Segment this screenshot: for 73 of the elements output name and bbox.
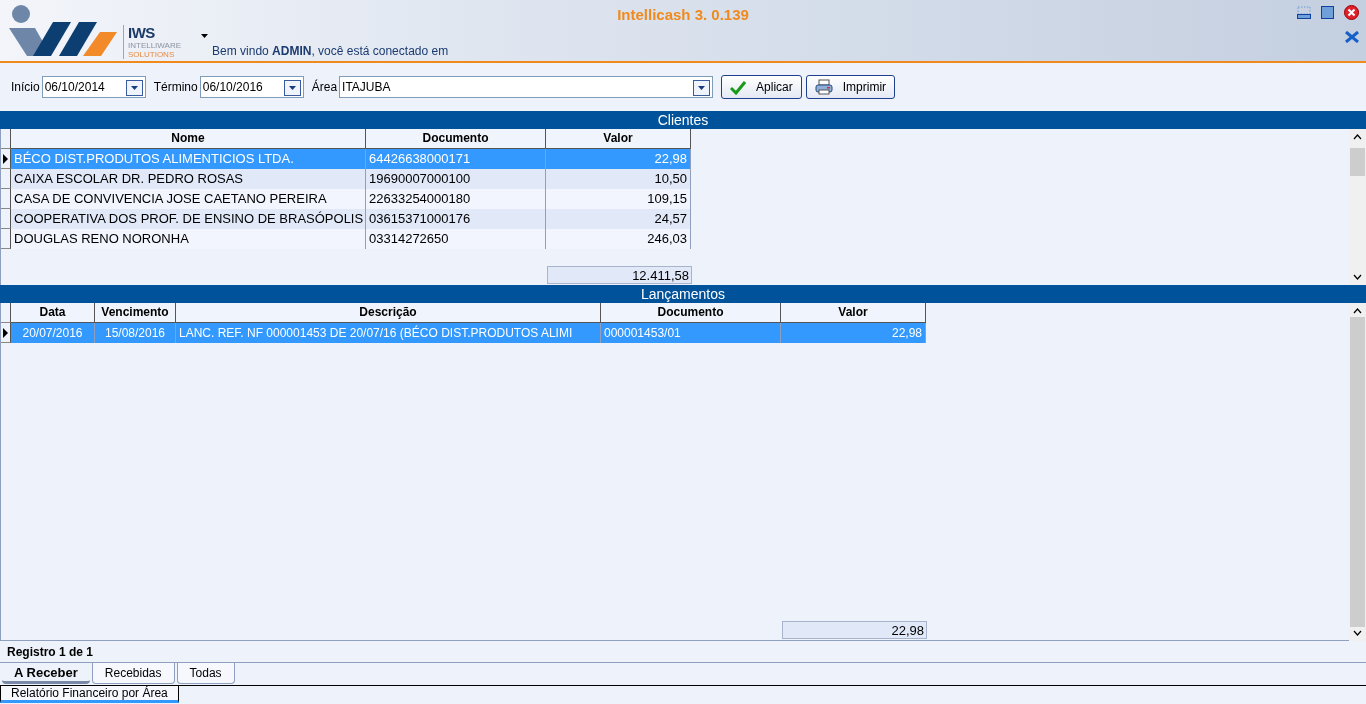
table-cell: CAIXA ESCOLAR DR. PEDRO ROSAS [11,169,366,189]
row-header [1,189,11,209]
field-label: Início [11,80,40,94]
logo-subtitle: SOLUTIONS [128,50,176,59]
table-cell: 22,98 [781,323,926,343]
minimize-icon[interactable] [1297,6,1311,19]
column-header[interactable]: Valor [781,303,926,323]
table-row[interactable]: CASA DE CONVIVENCIA JOSE CAETANO PEREIRA 22633254000180 109,15 [1,189,1349,209]
total-value: 22,98 [782,621,927,639]
column-header[interactable]: Vencimento [95,303,176,323]
apply-button[interactable]: Aplicar [721,75,802,99]
table-cell: 64426638000171 [366,149,546,169]
table-row[interactable]: COOPERATIVA DOS PROF. DE ENSINO DE BRASÓPOLIS 03615371000176 24,57 [1,209,1349,229]
table-cell: 109,15 [546,189,691,209]
column-header[interactable]: Valor [546,129,691,149]
table-cell: COOPERATIVA DOS PROF. DE ENSINO DE BRASÓPOLIS [11,209,366,229]
column-header[interactable]: Data [11,303,95,323]
row-header [1,209,11,229]
total-value: 12.411,58 [547,266,692,284]
scroll-down-icon[interactable] [1353,630,1362,636]
column-header[interactable]: Documento [601,303,781,323]
table-cell: 000001453/01 [601,323,781,343]
field-label: Área [311,80,338,94]
column-header[interactable]: Nome [11,129,366,149]
table-cell: 22633254000180 [366,189,546,209]
window-title: Intellicash 3. 0.139 [617,6,749,23]
table-cell: 24,57 [546,209,691,229]
column-header[interactable]: Descrição [176,303,601,323]
column-header[interactable]: Documento [366,129,546,149]
print-button[interactable]: Imprimir [805,75,896,99]
table-cell: 19690007000100 [366,169,546,189]
row-header [1,229,11,249]
section-header: Lançamentos [0,285,1366,303]
table-cell: 03615371000176 [366,209,546,229]
scrollbar[interactable] [1349,303,1366,641]
maximize-icon[interactable] [1321,6,1334,19]
table-cell: DOUGLAS RENO NORONHA [11,229,366,249]
scroll-up-icon[interactable] [1353,308,1362,314]
row-header [1,129,11,149]
scroll-down-icon[interactable] [1353,274,1362,280]
scrollbar-thumb[interactable] [1350,317,1365,627]
table-cell: CASA DE CONVIVENCIA JOSE CAETANO PEREIRA [11,189,366,209]
table-row[interactable]: CAIXA ESCOLAR DR. PEDRO ROSAS 19690007000100 10,50 [1,169,1349,189]
row-pointer-icon [3,153,8,164]
table-cell: 03314272650 [366,229,546,249]
row-pointer-icon [3,327,8,338]
scrollbar-thumb[interactable] [1350,148,1365,176]
table-cell: 10,50 [546,169,691,189]
section-header: Clientes [0,111,1366,129]
table-cell: 20/07/2016 [11,323,95,343]
scroll-up-icon[interactable] [1353,134,1362,140]
tab[interactable]: Recebidas [91,663,175,684]
table-cell: 15/08/2016 [95,323,176,343]
table-cell: LANC. REF. NF 000001453 DE 20/07/16 (BÉCO DIST.PRODUTOS ALIMI [176,323,601,343]
checkmark-icon [730,79,747,95]
table-cell: 22,98 [546,149,691,169]
logo-name: IWS [128,25,156,41]
row-header [1,303,11,323]
table-row[interactable]: DOUGLAS RENO NORONHA 03314272650 246,03 [1,229,1349,249]
table-cell: 246,03 [546,229,691,249]
record-count: Registro 1 de 1 [6,644,95,661]
field-label: Término [153,80,198,94]
row-header [1,169,11,189]
close-icon[interactable] [1344,5,1359,20]
tab[interactable]: Relatório Financeiro por Área [0,686,179,703]
scrollbar[interactable] [1349,129,1366,285]
table-cell: BÉCO DIST.PRODUTOS ALIMENTICIOS LTDA. [11,149,366,169]
printer-icon [814,79,833,95]
logo-subtitle: INTELLIWARE [128,41,182,50]
welcome-text: Bem vindo ADMIN, você está conectado em [212,44,449,58]
close-icon[interactable] [1345,31,1359,43]
tab[interactable]: Todas [176,663,235,684]
caret-icon[interactable] [201,34,209,38]
